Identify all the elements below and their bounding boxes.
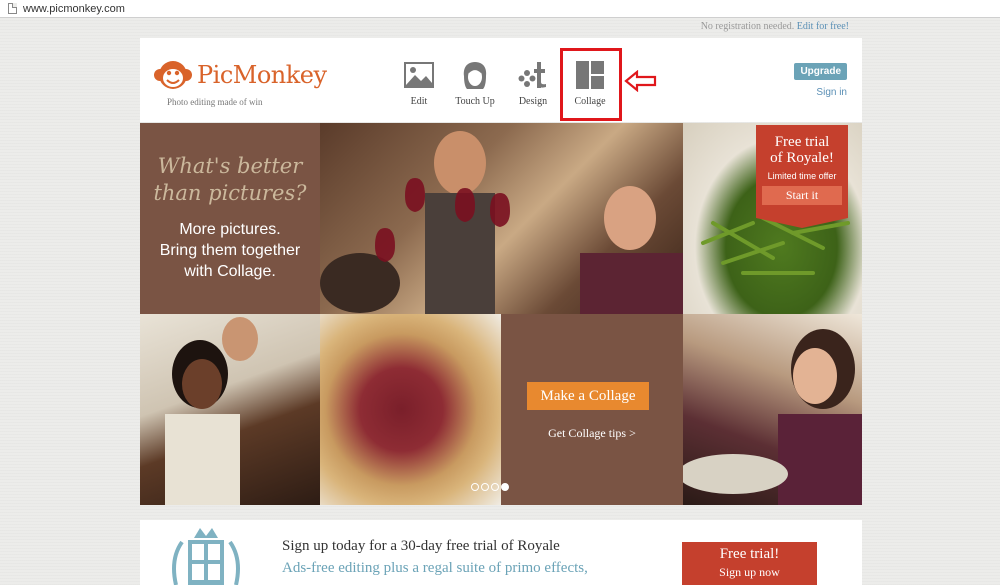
browser-url-bar[interactable]: www.picmonkey.com — [0, 0, 1000, 18]
photo-icon — [404, 62, 434, 88]
trial-badge-title-line-1: Free trial — [774, 134, 830, 150]
royale-trial-badge: Free trial of Royale! Limited time offer… — [756, 125, 848, 228]
page-icon — [8, 3, 17, 14]
picmonkey-logo[interactable]: PicMonkey — [153, 58, 327, 92]
free-trial-button-line-2: Sign up now — [719, 565, 780, 579]
royale-crest-icon — [172, 528, 240, 585]
hero-body-text: More pictures. Bring them together with … — [140, 219, 320, 282]
photo-toasting-friends — [320, 123, 683, 314]
nav-touch-up[interactable]: Touch Up — [452, 60, 498, 107]
logo-text: PicMonkey — [197, 61, 327, 89]
toast-illustration — [320, 131, 683, 314]
collage-highlight-box — [560, 48, 622, 121]
collage-tips-link[interactable]: Get Collage tips > — [501, 426, 683, 441]
site-header: PicMonkey Photo editing made of win Edit… — [140, 38, 862, 122]
carousel-dot[interactable] — [491, 483, 499, 491]
edit-for-free-link[interactable]: Edit for free! — [797, 21, 849, 32]
carousel-dot[interactable] — [471, 483, 479, 491]
registration-note: No registration needed. Edit for free! — [701, 21, 849, 32]
registration-note-text: No registration needed. — [700, 21, 795, 32]
sign-in-link[interactable]: Sign in — [816, 87, 847, 98]
hero-collage-mosaic: What's better than pictures? More pictur… — [140, 123, 862, 505]
hero-body-line-2: Bring them together — [159, 242, 301, 259]
nav-edit[interactable]: Edit — [396, 60, 442, 107]
carousel-dot[interactable] — [481, 483, 489, 491]
woman-illustration — [165, 317, 258, 505]
design-icon — [518, 62, 546, 88]
start-trial-button[interactable]: Start it — [762, 186, 842, 205]
nav-design[interactable]: Design — [510, 60, 556, 107]
face-icon — [463, 62, 487, 89]
url-text[interactable]: www.picmonkey.com — [23, 3, 125, 15]
carousel-dot-active[interactable] — [501, 483, 509, 491]
make-a-collage-button[interactable]: Make a Collage — [527, 382, 649, 410]
laughing-woman-illustration — [683, 329, 862, 505]
arrow-left-icon — [624, 70, 657, 92]
promo-title: Sign up today for a 30-day free trial of… — [282, 538, 560, 554]
nav-design-label: Design — [518, 96, 548, 107]
hero-body-line-1: More pictures. — [179, 221, 281, 238]
hero-script-line-2: than pictures? — [153, 181, 307, 205]
trial-badge-subtitle: Limited time offer — [767, 171, 837, 181]
nav-edit-label: Edit — [410, 96, 428, 107]
royale-promo-section: Sign up today for a 30-day free trial of… — [140, 520, 862, 585]
hero-script-heading: What's better than pictures? — [140, 153, 320, 207]
free-trial-button-line-1: Free trial! — [719, 546, 780, 562]
photo-smiling-woman — [140, 314, 320, 505]
tagline: Photo editing made of win — [167, 97, 263, 107]
carousel-dots — [471, 483, 509, 491]
free-trial-signup-button[interactable]: Free trial! Sign up now — [682, 542, 817, 585]
nav-touch-up-label: Touch Up — [455, 96, 495, 107]
hero-script-line-1: What's better — [157, 154, 303, 178]
photo-cherry-tart — [320, 314, 501, 505]
photo-laughing-woman — [683, 314, 862, 505]
upgrade-button[interactable]: Upgrade — [794, 63, 847, 80]
trial-badge-title: Free trial of Royale! — [756, 134, 848, 166]
hero-body-line-3: with Collage. — [184, 263, 276, 280]
monkey-logo-icon — [154, 61, 192, 89]
promo-subtitle: Ads-free editing plus a regal suite of p… — [282, 560, 588, 576]
trial-badge-title-line-2: of Royale! — [770, 150, 834, 166]
hero-text-tile: What's better than pictures? More pictur… — [140, 123, 320, 314]
